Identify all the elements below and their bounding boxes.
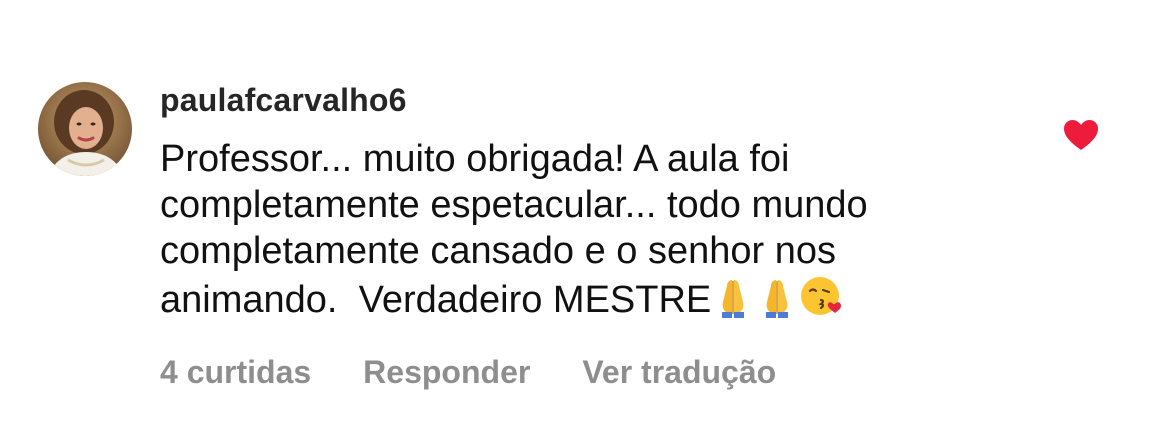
username[interactable]: paulafcarvalho6 — [160, 80, 407, 120]
face-blowing-kiss-emoji — [801, 277, 842, 315]
avatar[interactable] — [38, 82, 132, 176]
see-translation-link[interactable]: Ver tradução — [582, 352, 776, 392]
folded-hands-emoji — [722, 280, 745, 318]
likes-count-link[interactable]: 4 curtidas — [160, 352, 311, 392]
avatar-image — [38, 82, 132, 176]
reply-button[interactable]: Responder — [363, 352, 530, 392]
comment-text: Professor... muito obrigada! A aula foi … — [160, 136, 1020, 323]
heart-shape — [1064, 120, 1098, 150]
folded-hands-emoji — [766, 280, 789, 318]
comment-actions: 4 curtidas Responder Ver tradução — [160, 352, 776, 392]
emoji-group — [711, 277, 843, 321]
heart-icon[interactable] — [1062, 118, 1100, 152]
comment-item: paulafcarvalho6 Professor... muito obrig… — [0, 0, 1170, 439]
